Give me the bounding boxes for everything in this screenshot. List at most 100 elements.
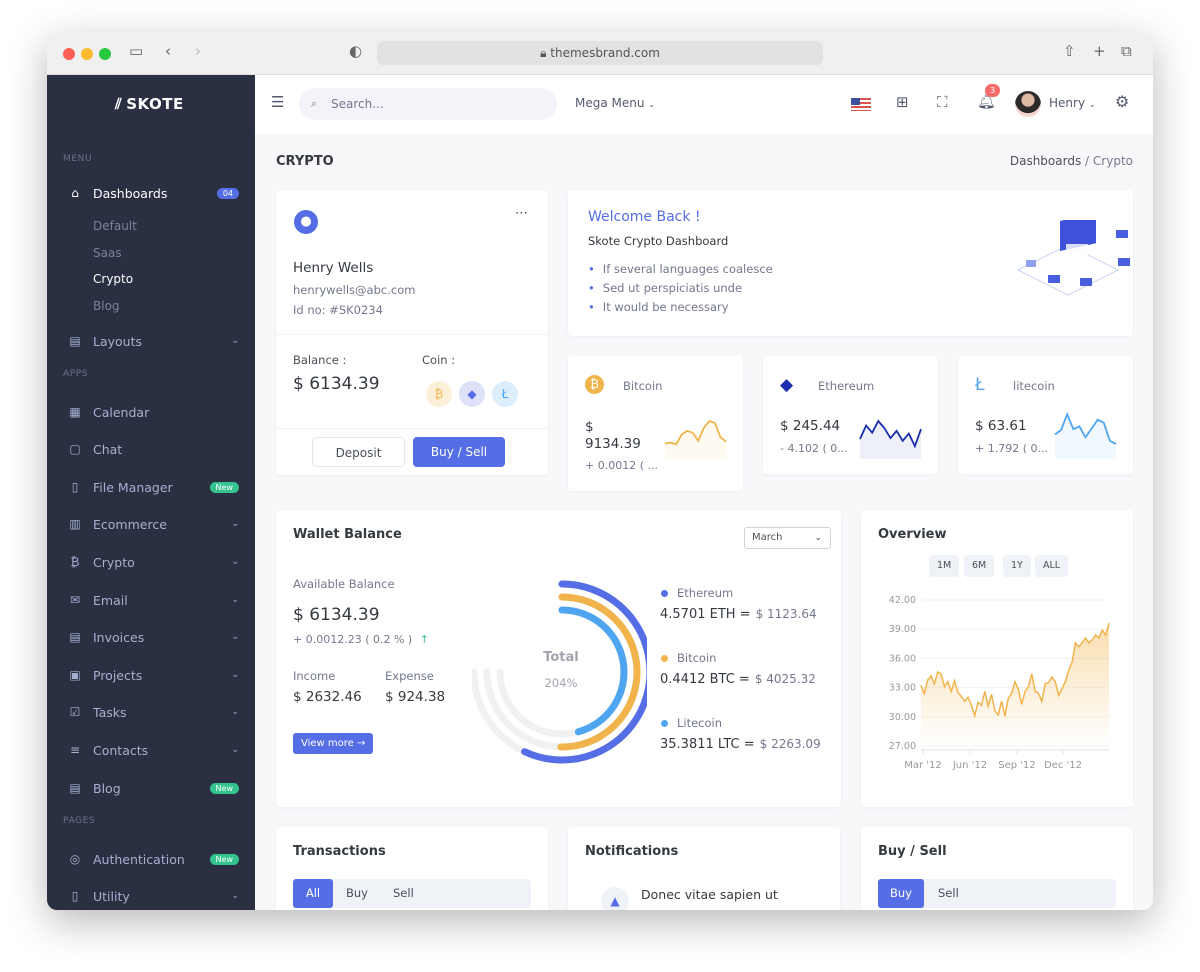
shield-icon[interactable]: ◐ bbox=[349, 42, 362, 60]
notification-item-text[interactable]: Donec vitae sapien ut bbox=[641, 887, 778, 902]
sidebar-subitem-crypto[interactable]: Crypto bbox=[93, 272, 133, 286]
sidebar-item-chat[interactable]: ▢ Chat bbox=[67, 439, 239, 459]
breadcrumb-crypto: Crypto bbox=[1092, 154, 1133, 168]
us-flag-icon[interactable] bbox=[851, 98, 871, 111]
sidebar-item-label: Calendar bbox=[93, 404, 150, 420]
welcome-card: Welcome Back ! Skote Crypto Dashboard • I… bbox=[568, 190, 1133, 336]
data-point bbox=[1098, 637, 1100, 639]
user-menu[interactable]: Henry ⌄ bbox=[1049, 96, 1096, 110]
sidebar-item-projects[interactable]: ▣ Projects ⌄ bbox=[67, 665, 239, 685]
logo[interactable]: ⫽ SKOTE bbox=[115, 95, 184, 113]
chevron-down-icon: ⌄ bbox=[231, 707, 239, 717]
tab-buy[interactable]: Buy bbox=[346, 886, 368, 900]
maximize-window-button[interactable] bbox=[99, 48, 111, 60]
sidebar-item-authentication[interactable]: ◎ Authentication New bbox=[67, 849, 239, 869]
mega-menu-dropdown[interactable]: Mega Menu ⌄ bbox=[575, 96, 655, 110]
settings-gear-icon[interactable]: ⚙ bbox=[1115, 92, 1129, 111]
tab-buy[interactable]: Buy bbox=[878, 879, 924, 908]
tab-all[interactable]: All bbox=[293, 879, 333, 908]
dashboards-badge: 04 bbox=[216, 187, 239, 199]
notifications-title: Notifications bbox=[585, 844, 679, 859]
coin-card-ethereum: ◆ Ethereum $ 245.44 - 4.102 ( 0... bbox=[763, 356, 938, 474]
sidebar-item-blog[interactable]: ▤ Blog New bbox=[67, 778, 239, 798]
new-tab-icon[interactable]: + bbox=[1093, 42, 1106, 60]
user-icon: ● bbox=[294, 210, 318, 234]
deposit-button[interactable]: Deposit bbox=[312, 437, 405, 467]
tab-sell[interactable]: Sell bbox=[938, 886, 959, 900]
close-window-button[interactable] bbox=[63, 48, 75, 60]
notification-badge: 3 bbox=[985, 84, 1000, 97]
fullscreen-icon[interactable]: ⛶ bbox=[937, 93, 948, 111]
sidebar-item-file-manager[interactable]: ▯ File Manager New bbox=[67, 477, 239, 497]
available-balance-value: $ 6134.39 bbox=[293, 605, 380, 625]
sidebar-subitem-blog[interactable]: Blog bbox=[93, 299, 120, 313]
tabs-overview-icon[interactable]: ⧉ bbox=[1121, 42, 1132, 60]
bitcoin-icon: ₿ bbox=[426, 381, 452, 407]
forward-icon[interactable]: › bbox=[195, 42, 201, 60]
user-avatar[interactable] bbox=[1015, 91, 1041, 117]
profile-name: Henry Wells bbox=[293, 260, 374, 276]
view-more-button[interactable]: View more → bbox=[293, 733, 374, 754]
wallet-balance-card: Wallet Balance March ⌄ Available Balance … bbox=[276, 510, 841, 807]
legend-coin-name: Litecoin bbox=[677, 716, 723, 730]
sidebar-toggle-icon[interactable]: ▭ bbox=[129, 42, 143, 60]
sidebar-item-invoices[interactable]: ▤ Invoices ⌄ bbox=[67, 627, 239, 647]
sidebar-item-utility[interactable]: ▯ Utility ⌄ bbox=[67, 886, 239, 906]
address-bar[interactable]: 🔒︎ themesbrand.com bbox=[377, 41, 823, 65]
bullet-text: If several languages coalesce bbox=[602, 262, 773, 276]
y-tick-label: 39.00 bbox=[889, 624, 916, 635]
divider bbox=[276, 428, 548, 429]
sidebar-subitem-saas[interactable]: Saas bbox=[93, 246, 122, 260]
more-options-icon[interactable]: ⋯ bbox=[515, 206, 528, 221]
sidebar-subitem-default[interactable]: Default bbox=[93, 219, 137, 233]
calendar-icon: ▦ bbox=[69, 405, 81, 419]
range-button-1m[interactable]: 1M bbox=[929, 555, 960, 577]
file-icon: ▯ bbox=[71, 480, 79, 494]
usd-amount: $ 4025.32 bbox=[754, 672, 816, 686]
month-select-value: March bbox=[752, 532, 783, 543]
y-tick-label: 33.00 bbox=[889, 683, 916, 694]
search-input[interactable]: ⌕ Search... bbox=[299, 88, 557, 120]
back-icon[interactable]: ‹ bbox=[165, 42, 171, 60]
sidebar-item-crypto[interactable]: ₿ Crypto ⌄ bbox=[67, 552, 239, 572]
range-button-all[interactable]: ALL bbox=[1035, 555, 1069, 577]
hamburger-menu-icon[interactable]: ☰ bbox=[271, 93, 284, 111]
range-button-1y[interactable]: 1Y bbox=[1003, 555, 1031, 577]
data-point bbox=[957, 691, 959, 694]
minimize-window-button[interactable] bbox=[81, 48, 93, 60]
buy-sell-card: Buy / Sell Buy Sell bbox=[861, 827, 1133, 910]
breadcrumb-dashboards[interactable]: Dashboards bbox=[1010, 154, 1081, 168]
sidebar-item-calendar[interactable]: ▦ Calendar bbox=[67, 402, 239, 422]
data-point bbox=[1094, 634, 1097, 636]
apps-grid-icon[interactable]: ⊞ bbox=[896, 93, 909, 111]
data-point bbox=[930, 675, 932, 677]
layout-icon: ▤ bbox=[69, 334, 81, 348]
buy-sell-button[interactable]: Buy / Sell bbox=[413, 437, 505, 467]
x-tick-label: Dec '12 bbox=[1044, 760, 1082, 771]
data-point bbox=[1058, 694, 1060, 696]
range-button-6m[interactable]: 6M bbox=[964, 555, 995, 577]
usd-amount: $ 2263.09 bbox=[759, 737, 821, 751]
tab-sell[interactable]: Sell bbox=[393, 886, 414, 900]
sidebar-item-dashboards[interactable]: ⌂ Dashboards 04 bbox=[67, 183, 239, 203]
data-point bbox=[1054, 681, 1056, 683]
bitcoin-icon: ₿ bbox=[70, 555, 80, 569]
sidebar-item-ecommerce[interactable]: ▥ Ecommerce ⌄ bbox=[67, 514, 239, 534]
coin-card-litecoin: Łlitecoin $ 63.61 + 1.792 ( 0... bbox=[958, 356, 1133, 474]
transactions-tabs: All Buy Sell bbox=[293, 879, 531, 908]
sidebar-item-layouts[interactable]: ▤ Layouts ⌄ bbox=[67, 331, 239, 351]
sidebar-item-contacts[interactable]: ≡ Contacts ⌄ bbox=[67, 740, 239, 760]
coin-name: litecoin bbox=[1013, 379, 1055, 393]
chevron-down-icon: ⌄ bbox=[231, 891, 239, 901]
sidebar-item-label: Authentication bbox=[93, 851, 185, 867]
share-icon[interactable]: ⇧ bbox=[1063, 42, 1076, 60]
available-balance-label: Available Balance bbox=[293, 577, 395, 591]
month-select[interactable]: March ⌄ bbox=[744, 527, 831, 549]
legend-dot-icon bbox=[661, 655, 668, 662]
legend-amount: 35.3811 LTC = $ 2263.09 bbox=[660, 737, 821, 752]
url-text: themesbrand.com bbox=[550, 46, 660, 60]
sidebar-item-tasks[interactable]: ☑ Tasks ⌄ bbox=[67, 702, 239, 722]
sidebar-item-label: File Manager bbox=[93, 479, 173, 495]
invoice-icon: ▤ bbox=[69, 630, 81, 644]
sidebar-item-email[interactable]: ✉ Email ⌄ bbox=[67, 590, 239, 610]
